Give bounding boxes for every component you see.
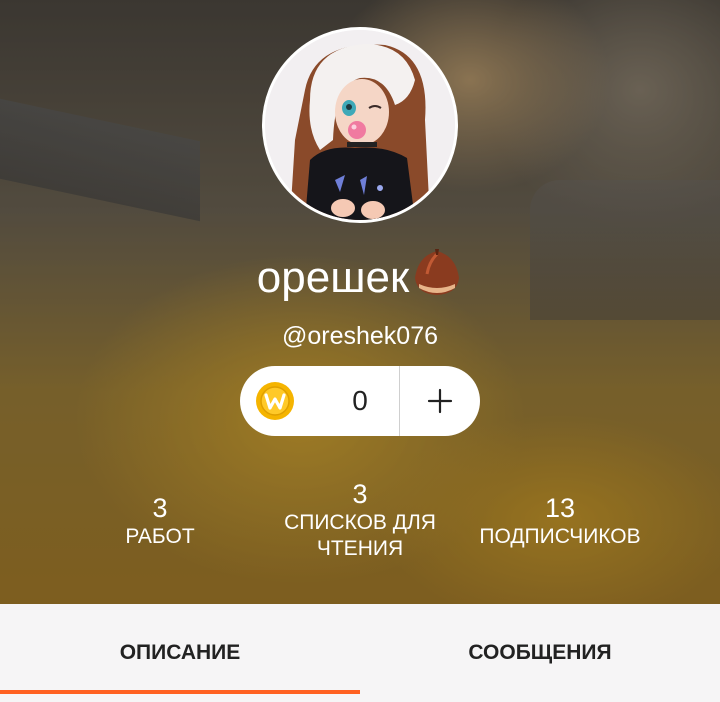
stat-works[interactable]: 3 РАБОТ [100, 492, 220, 550]
reading-lists-count: 3 [352, 479, 368, 509]
tab-about-label: ОПИСАНИЕ [119, 641, 241, 664]
tab-messages-label: СООБЩЕНИЯ [468, 641, 612, 664]
anime-character-avatar [265, 30, 455, 220]
chestnut-icon [411, 248, 463, 312]
tab-messages[interactable]: СООБЩЕНИЯ [360, 604, 720, 694]
followers-label: ПОДПИСЧИКОВ [479, 525, 641, 548]
stat-followers[interactable]: 13 ПОДПИСЧИКОВ [460, 492, 660, 550]
wattpad-coin-icon [255, 381, 295, 421]
stat-reading-lists[interactable]: 3 СПИСКОВ ДЛЯ ЧТЕНИЯ [260, 478, 460, 562]
username: @oreshek076 [281, 322, 439, 350]
coin-count: 0 [352, 385, 368, 416]
plus-icon [427, 388, 453, 414]
works-count: 3 [152, 493, 168, 523]
avatar[interactable] [262, 27, 458, 223]
reading-lists-label-line2: ЧТЕНИЯ [316, 537, 404, 560]
add-coins-button[interactable] [400, 366, 480, 436]
tab-about[interactable]: ОПИСАНИЕ [0, 604, 360, 694]
profile-tabs: ОПИСАНИЕ СООБЩЕНИЯ [0, 604, 720, 694]
reading-lists-label-line1: СПИСКОВ ДЛЯ [284, 511, 436, 534]
followers-count: 13 [544, 493, 576, 523]
active-tab-indicator [0, 690, 360, 694]
works-label: РАБОТ [125, 525, 195, 548]
coin-balance-pill: 0 [240, 366, 480, 436]
display-name: орешек [0, 248, 720, 312]
display-name-text: орешек [256, 253, 410, 302]
